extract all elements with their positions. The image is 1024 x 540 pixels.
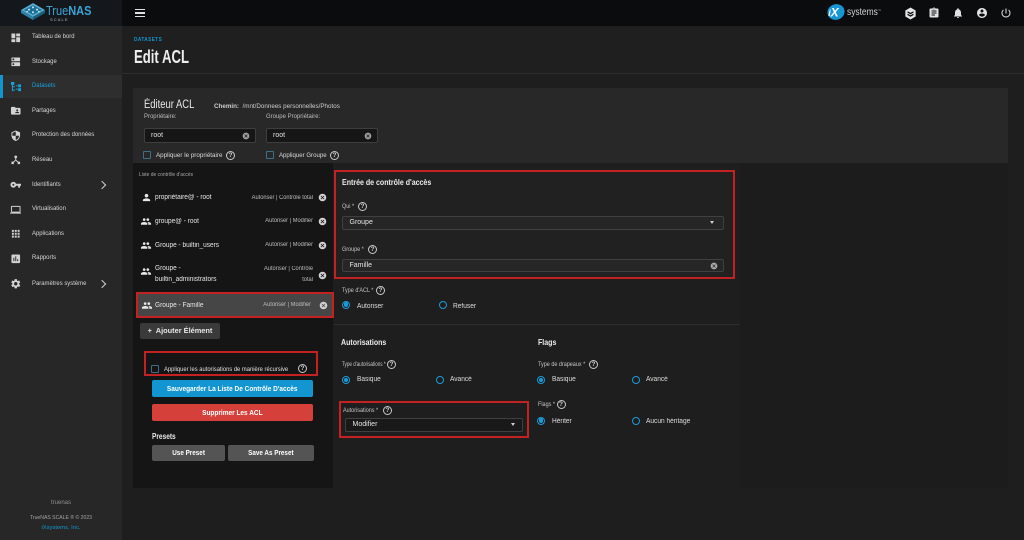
svg-text:X: X (830, 5, 840, 19)
